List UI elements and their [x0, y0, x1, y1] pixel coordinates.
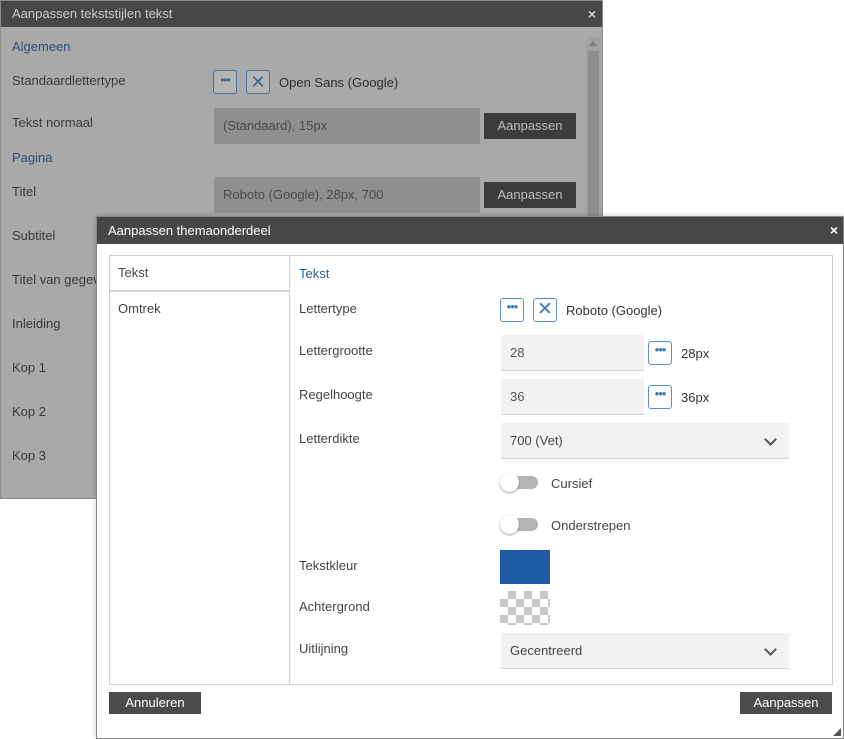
text-settings: Tekst Lettertype ••• ✕ Roboto (Google) L…	[291, 256, 832, 684]
font-weight-select[interactable]: 700 (Vet)	[501, 423, 789, 459]
font-size-input[interactable]: 28	[501, 335, 644, 371]
scroll-up-icon[interactable]	[589, 41, 597, 46]
italic-toggle[interactable]	[500, 472, 538, 492]
title-field[interactable]: Roboto (Google), 28px, 700	[214, 177, 480, 213]
line-height-display: 36px	[681, 390, 710, 405]
label-heading-2: Kop 2	[12, 404, 46, 419]
background-label: Achtergrond	[299, 599, 370, 614]
font-weight-label: Letterdikte	[299, 431, 360, 446]
adjust-text-normal-button[interactable]: Aanpassen	[484, 113, 576, 139]
font-size-display: 28px	[681, 346, 710, 361]
apply-button[interactable]: Aanpassen	[740, 692, 832, 714]
adjust-title-button[interactable]: Aanpassen	[484, 182, 576, 208]
underline-toggle[interactable]	[500, 514, 538, 534]
more-icon: •••	[220, 73, 231, 87]
font-size-label: Lettergrootte	[299, 343, 373, 358]
more-icon: •••	[506, 299, 519, 314]
line-height-options-button[interactable]: •••	[648, 385, 672, 409]
alignment-value: Gecentreerd	[510, 643, 583, 658]
font-label: Lettertype	[299, 301, 357, 316]
resize-handle[interactable]	[833, 728, 841, 736]
dialog-title: Aanpassen tekststijlen tekst	[12, 6, 173, 21]
section-page: Pagina	[12, 150, 53, 165]
text-color-swatch[interactable]	[500, 550, 550, 584]
more-icon: •••	[654, 386, 667, 401]
text-color-label: Tekstkleur	[299, 558, 358, 573]
label-intro: Inleiding	[12, 316, 61, 331]
dialog-titlebar: Aanpassen tekststijlen tekst ×	[1, 1, 602, 27]
section-general: Algemeen	[12, 39, 71, 54]
italic-label: Cursief	[551, 476, 593, 491]
theme-part-dialog: Aanpassen themaonderdeel × Tekst Omtrek …	[96, 216, 844, 739]
default-font-value: Open Sans (Google)	[279, 75, 399, 90]
label-data-title: Titel van gegeve	[12, 272, 107, 287]
label-default-font: Standaardlettertype	[12, 73, 126, 88]
close-icon: ✕	[537, 299, 553, 320]
nav-item-tekst[interactable]: Tekst	[110, 256, 289, 292]
chevron-down-icon	[764, 643, 777, 656]
dialog-panel: Tekst Omtrek Tekst Lettertype ••• ✕ Robo…	[109, 255, 833, 685]
font-weight-value: 700 (Vet)	[510, 433, 563, 448]
line-height-input[interactable]: 36	[501, 379, 644, 415]
section-title: Tekst	[299, 266, 330, 281]
scrollbar-thumb[interactable]	[588, 51, 599, 231]
label-heading-1: Kop 1	[12, 360, 46, 375]
more-icon: •••	[654, 342, 667, 357]
clear-font-button[interactable]: ✕	[246, 70, 270, 94]
label-heading-3: Kop 3	[12, 448, 46, 463]
choose-font-button[interactable]: •••	[500, 298, 524, 322]
label-subtitle: Subtitel	[12, 228, 56, 243]
underline-label: Onderstrepen	[551, 518, 631, 533]
label-text-normal: Tekst normaal	[12, 115, 93, 130]
alignment-select[interactable]: Gecentreerd	[501, 633, 789, 669]
chevron-down-icon	[764, 433, 777, 446]
close-icon[interactable]: ×	[830, 217, 838, 244]
toggle-knob	[500, 473, 519, 492]
text-normal-field[interactable]: (Standaard), 15px	[214, 108, 480, 144]
dialog-title: Aanpassen themaonderdeel	[108, 223, 271, 238]
label-title: Titel	[12, 184, 37, 199]
close-icon[interactable]: ×	[588, 1, 596, 27]
background-color-swatch[interactable]	[500, 591, 550, 625]
nav-item-omtrek[interactable]: Omtrek	[110, 292, 289, 328]
dialog-titlebar: Aanpassen themaonderdeel ×	[97, 217, 843, 244]
clear-font-button[interactable]: ✕	[533, 298, 557, 322]
font-size-options-button[interactable]: •••	[648, 341, 672, 365]
alignment-label: Uitlijning	[299, 641, 349, 656]
cancel-button[interactable]: Annuleren	[109, 692, 201, 714]
line-height-label: Regelhoogte	[299, 387, 373, 402]
toggle-knob	[500, 515, 519, 534]
side-nav: Tekst Omtrek	[110, 256, 290, 684]
close-icon: ✕	[250, 72, 266, 92]
font-value: Roboto (Google)	[566, 303, 663, 318]
more-options-button[interactable]: •••	[213, 70, 237, 94]
